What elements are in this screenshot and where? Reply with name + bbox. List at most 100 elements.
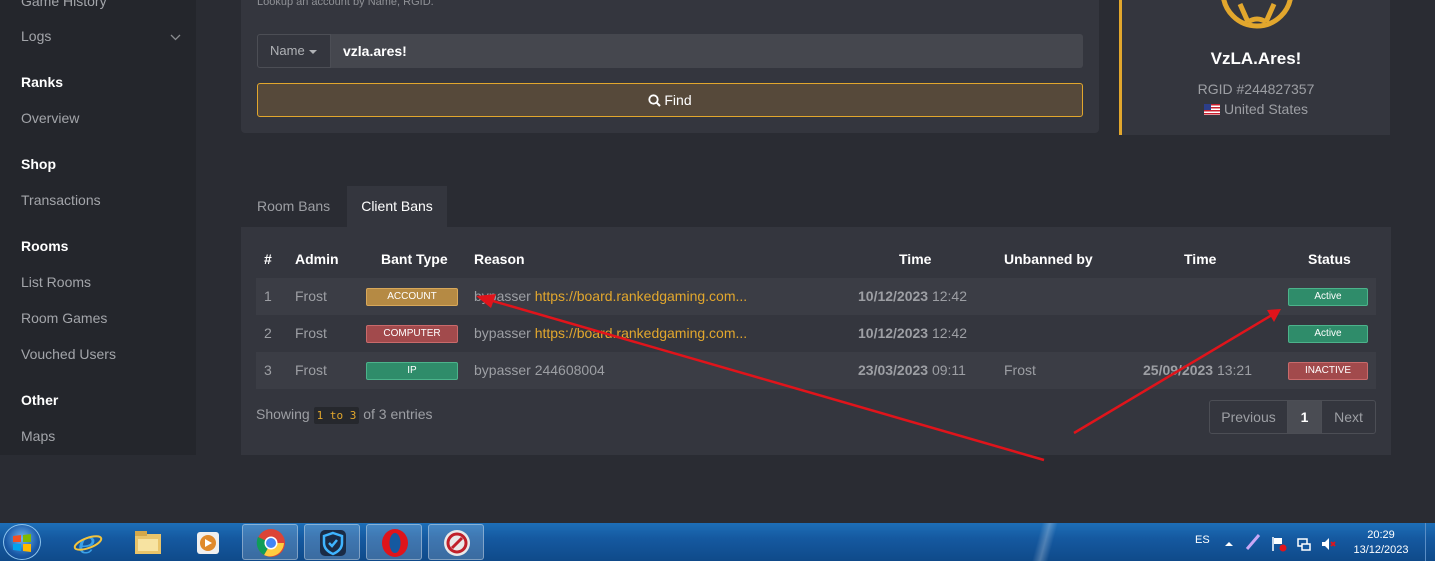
volume-muted-icon[interactable] (1320, 536, 1336, 550)
show-desktop-button[interactable] (1425, 523, 1435, 561)
chevron-down-icon[interactable] (170, 30, 181, 44)
sidebar-heading-rooms: Rooms (21, 238, 69, 254)
table-row: 1 Frost ACCOUNT bypasser https://board.r… (256, 278, 1376, 315)
sidebar-item-overview[interactable]: Overview (21, 110, 79, 126)
tab-room-bans[interactable]: Room Bans (241, 186, 346, 227)
windows-logo-icon (13, 534, 31, 552)
network-icon[interactable] (1296, 536, 1311, 551)
table-row: 3 Frost IP bypasser 244608004 23/03/2023… (256, 352, 1376, 389)
row-unbanned-by: Frost (1004, 362, 1036, 378)
sidebar-item-transactions[interactable]: Transactions (21, 192, 101, 208)
row-reason: bypasser https://board.rankedgaming.com.… (474, 315, 747, 352)
find-label: Find (664, 92, 692, 108)
row-time: 10/12/2023 12:42 (858, 278, 967, 315)
time-date: 10/12/2023 (858, 288, 929, 304)
tab-client-bans[interactable]: Client Bans (347, 186, 447, 227)
sidebar-heading-shop: Shop (21, 156, 56, 172)
time-date: 23/03/2023 (858, 362, 929, 378)
chrome-icon (256, 529, 285, 557)
taskbar-opera[interactable] (366, 524, 422, 560)
clock-date: 13/12/2023 (1353, 544, 1409, 556)
search-input[interactable]: vzla.ares! (331, 34, 1083, 68)
entries-suffix: of 3 entries (363, 406, 433, 422)
taskbar-chrome[interactable] (242, 524, 298, 560)
row-time: 10/12/2023 12:42 (858, 315, 967, 352)
sidebar-item-game-history[interactable]: Game History (21, 0, 107, 9)
row-reason: bypasser https://board.rankedgaming.com.… (474, 278, 747, 315)
reason-link[interactable]: https://board.rankedgaming.com... (535, 325, 747, 341)
time-clock: 12:42 (931, 325, 968, 341)
col-header-reason[interactable]: Reason (474, 251, 525, 267)
previous-page-button[interactable]: Previous (1209, 400, 1288, 434)
status-badge: Active (1288, 288, 1368, 306)
entries-prefix: Showing (256, 406, 310, 422)
us-flag-icon (1203, 103, 1220, 115)
search-icon (648, 94, 662, 107)
show-hidden-icons-icon[interactable] (1224, 536, 1238, 550)
status-badge: INACTIVE (1288, 362, 1368, 380)
row-num: 2 (264, 325, 272, 341)
col-header-status[interactable]: Status (1308, 251, 1351, 267)
time-date: 10/12/2023 (858, 325, 929, 341)
taskbar-ie[interactable]: e (60, 524, 116, 560)
entries-range: 1 to 3 (313, 407, 360, 424)
profile-logo-icon (1218, 0, 1296, 37)
unban-date: 25/09/2023 (1143, 362, 1214, 378)
row-unban-time: 25/09/2023 13:21 (1143, 352, 1252, 389)
sidebar-item-room-games[interactable]: Room Games (21, 310, 107, 326)
taskbar-clock[interactable]: 20:29 13/12/2023 (1346, 528, 1416, 558)
col-header-unbanned-by[interactable]: Unbanned by (1004, 251, 1093, 267)
taskbar-explorer[interactable] (120, 524, 176, 560)
search-type-select[interactable]: Name (257, 34, 331, 68)
col-header-admin[interactable]: Admin (295, 251, 339, 267)
taskbar-vpn[interactable] (304, 524, 360, 560)
language-indicator[interactable]: ES (1195, 534, 1210, 546)
opera-icon (382, 529, 408, 557)
status-badge: Active (1288, 325, 1368, 343)
profile-country-label: United States (1223, 101, 1309, 117)
search-type-label: Name (270, 43, 305, 58)
profile-card: VzLA.Ares! RGID #244827357 United States (1119, 0, 1390, 135)
time-clock: 09:11 (931, 362, 966, 378)
profile-rgid: RGID #244827357 (1197, 81, 1315, 97)
col-header-time[interactable]: Time (899, 251, 931, 267)
search-hint: Lookup an account by Name, RGID. (257, 0, 434, 8)
row-time: 23/03/2023 09:11 (858, 352, 966, 389)
row-reason: bypasser 244608004 (474, 362, 605, 378)
time-clock: 12:42 (931, 288, 968, 304)
taskbar-highlight (1010, 523, 1080, 561)
taskbar-media-player[interactable] (180, 524, 236, 560)
next-page-button[interactable]: Next (1321, 400, 1376, 434)
media-player-icon (197, 532, 219, 554)
reason-link[interactable]: https://board.rankedgaming.com... (535, 288, 747, 304)
sidebar-heading-ranks: Ranks (21, 74, 64, 90)
sidebar-item-list-rooms[interactable]: List Rooms (21, 274, 91, 290)
action-center-flag-icon[interactable] (1271, 536, 1287, 552)
windows-taskbar: e ES 20:29 13/12/2023 (0, 523, 1435, 561)
row-admin: Frost (295, 325, 327, 341)
reason-text: bypasser (474, 288, 531, 304)
sidebar-item-maps[interactable]: Maps (21, 428, 55, 444)
caret-down-icon (308, 49, 317, 54)
entries-info: Showing 1 to 3 of 3 entries (256, 406, 433, 424)
sidebar-item-logs[interactable]: Logs (21, 28, 51, 44)
ban-type-badge: COMPUTER (366, 325, 458, 343)
sidebar-item-vouched-users[interactable]: Vouched Users (21, 346, 116, 362)
col-header-ban-type[interactable]: Bant Type (381, 251, 448, 267)
page-1-button[interactable]: 1 (1287, 400, 1322, 434)
shield-icon (320, 530, 346, 556)
sidebar: Game History Logs Ranks Overview Shop Tr… (0, 0, 196, 455)
ban-type-badge: IP (366, 362, 458, 380)
row-admin: Frost (295, 362, 327, 378)
sidebar-heading-other: Other (21, 392, 59, 408)
clock-time: 20:29 (1367, 529, 1395, 541)
internet-explorer-icon: e (73, 526, 103, 558)
pen-icon[interactable] (1245, 533, 1261, 550)
taskbar-rgc[interactable] (428, 524, 484, 560)
table-row: 2 Frost COMPUTER bypasser https://board.… (256, 315, 1376, 352)
col-header-unban-time[interactable]: Time (1184, 251, 1216, 267)
unban-clock: 13:21 (1216, 362, 1253, 378)
rgc-icon (444, 530, 470, 556)
find-button[interactable]: Find (257, 83, 1083, 117)
start-button[interactable] (3, 524, 41, 560)
